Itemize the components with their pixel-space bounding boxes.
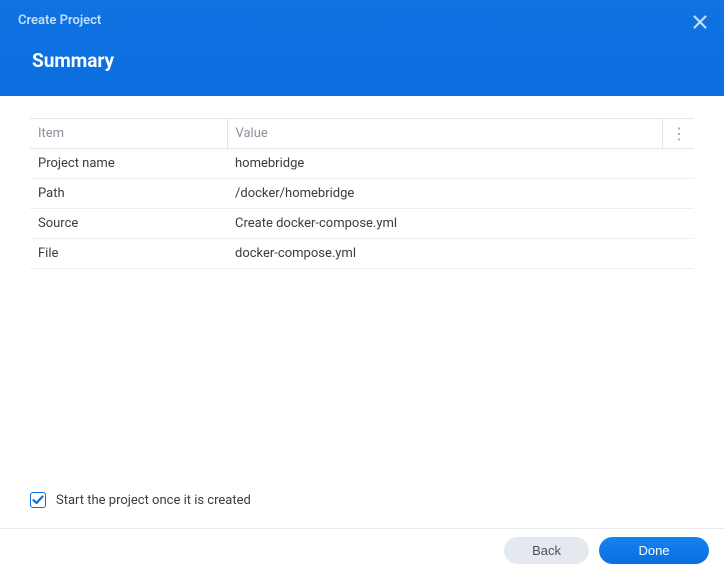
table-options-cell: ⋮ xyxy=(663,119,695,149)
dialog-title: Create Project xyxy=(0,0,724,28)
content-area: Item Value ⋮ Project name homebridge Pat… xyxy=(0,96,724,269)
start-project-checkbox[interactable] xyxy=(30,492,46,508)
done-button[interactable]: Done xyxy=(599,537,709,564)
footer-area: Start the project once it is created Bac… xyxy=(0,492,724,572)
row-item: Project name xyxy=(30,149,227,179)
table-row: Project name homebridge xyxy=(30,149,694,179)
row-value: docker-compose.yml xyxy=(227,239,694,269)
row-value: Create docker-compose.yml xyxy=(227,209,694,239)
row-value: homebridge xyxy=(227,149,694,179)
check-icon xyxy=(32,494,44,506)
button-row: Back Done xyxy=(0,528,724,572)
row-item: File xyxy=(30,239,227,269)
row-item: Path xyxy=(30,179,227,209)
close-button[interactable] xyxy=(688,10,712,34)
row-item: Source xyxy=(30,209,227,239)
kebab-menu-icon[interactable]: ⋮ xyxy=(671,128,686,140)
page-title: Summary xyxy=(0,28,724,72)
row-value: /docker/homebridge xyxy=(227,179,694,209)
table-row: Source Create docker-compose.yml xyxy=(30,209,694,239)
start-project-checkbox-label[interactable]: Start the project once it is created xyxy=(56,493,251,508)
back-button[interactable]: Back xyxy=(504,537,589,564)
checkbox-row: Start the project once it is created xyxy=(0,492,724,528)
table-row: Path /docker/homebridge xyxy=(30,179,694,209)
table-row: File docker-compose.yml xyxy=(30,239,694,269)
table-header-row: Item Value ⋮ xyxy=(30,119,694,149)
dialog-header: Create Project Summary xyxy=(0,0,724,96)
close-icon xyxy=(693,15,707,29)
col-header-item: Item xyxy=(30,119,227,149)
summary-table: Item Value ⋮ Project name homebridge Pat… xyxy=(30,118,694,269)
col-header-value: Value xyxy=(227,119,663,149)
